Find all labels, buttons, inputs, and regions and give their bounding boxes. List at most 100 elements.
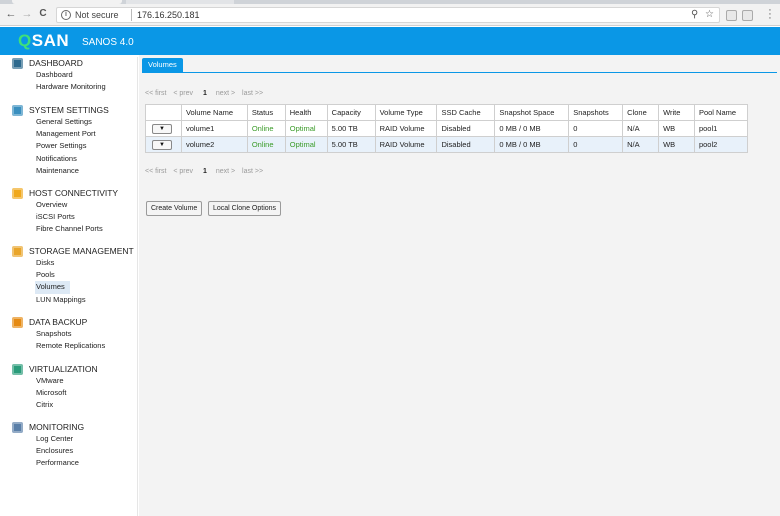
cell-type: RAID Volume — [374, 136, 438, 153]
sidebar-item-general-settings[interactable]: General Settings — [36, 116, 138, 128]
row-menu-button[interactable]: ▼ — [152, 124, 172, 134]
sidebar-item-performance[interactable]: Performance — [36, 457, 138, 469]
sidebar-section-monitoring: MONITORING Log Center Enclosures Performanc… — [6, 421, 138, 470]
row-menu-button[interactable]: ▼ — [152, 140, 172, 150]
pager-prev[interactable]: < prev — [173, 168, 193, 175]
pager-next[interactable]: next > — [216, 168, 235, 175]
sidebar-item-citrix[interactable]: Citrix — [36, 399, 138, 411]
local-clone-options-button[interactable]: Local Clone Options — [208, 201, 282, 216]
cell-clone: N/A — [622, 120, 660, 137]
cell-ssd: Disabled — [436, 136, 496, 153]
sidebar-item-hardware-monitoring[interactable]: Hardware Monitoring — [36, 81, 138, 93]
sidebar-item-snapshots[interactable]: Snapshots — [36, 328, 138, 340]
table-row[interactable]: ▼ volume1 Online Optimal 5.00 TB RAID Volume D… — [145, 120, 749, 137]
column-header[interactable]: Status — [246, 104, 286, 121]
extension-icon[interactable] — [742, 10, 753, 21]
tab-volumes[interactable]: Volumes — [142, 58, 183, 72]
cell-health: Optimal — [284, 120, 328, 137]
os-version: SANOS 4.0 — [82, 37, 134, 48]
sidebar-section-data-backup: DATA BACKUP Snapshots Remote Replications — [6, 316, 138, 352]
sidebar-item-notifications[interactable]: Notifications — [36, 153, 138, 165]
sidebar-section-header[interactable]: SYSTEM SETTINGS — [6, 104, 138, 116]
info-icon[interactable]: i — [61, 10, 71, 20]
sidebar-item-pools[interactable]: Pools — [36, 269, 138, 281]
sidebar-item-management-port[interactable]: Management Port — [36, 128, 138, 140]
pager-next[interactable]: next > — [216, 90, 235, 97]
sidebar-section-title: DATA BACKUP — [29, 317, 88, 327]
section-icon — [12, 105, 23, 116]
cell-name: volume1 — [180, 120, 248, 137]
column-header[interactable]: Snapshot Space — [494, 104, 570, 121]
cell-type: RAID Volume — [374, 120, 438, 137]
sidebar-section-storage-management: STORAGE MANAGEMENT Disks Pools Volumes LUN M… — [6, 245, 138, 306]
sidebar-section-title: DASHBOARD — [29, 58, 83, 68]
table-row[interactable]: ▼ volume2 Online Optimal 5.00 TB RAID Volume D… — [145, 136, 749, 153]
pager-last[interactable]: last >> — [242, 90, 263, 97]
sidebar-item-fibre-channel-ports[interactable]: Fibre Channel Ports — [36, 223, 138, 235]
star-icon[interactable]: ☆ — [705, 9, 714, 20]
sidebar-item-vmware[interactable]: VMware — [36, 375, 138, 387]
back-icon[interactable]: ← — [4, 7, 18, 21]
column-header[interactable]: Snapshots — [568, 104, 624, 121]
column-header[interactable]: Volume Type — [374, 104, 438, 121]
pager-prev[interactable]: < prev — [173, 90, 193, 97]
column-header[interactable]: Write — [658, 104, 695, 121]
sidebar-item-maintenance[interactable]: Maintenance — [36, 165, 138, 177]
column-header[interactable]: Pool Name — [693, 104, 749, 121]
sidebar-item-volumes[interactable]: Volumes — [35, 281, 70, 294]
sidebar-item-iscsi-ports[interactable]: iSCSI Ports — [36, 211, 138, 223]
url-text[interactable]: 176.16.250.181 — [137, 10, 200, 20]
filter-icon[interactable]: ⚲ — [691, 9, 698, 20]
sidebar-item-microsoft[interactable]: Microsoft — [36, 387, 138, 399]
pager-last[interactable]: last >> — [242, 168, 263, 175]
section-icon — [12, 58, 23, 69]
sidebar-section-header[interactable]: STORAGE MANAGEMENT — [6, 245, 138, 257]
pager-first[interactable]: << first — [145, 168, 166, 175]
pager-bottom: << first < prev 1 next > last >> — [145, 168, 268, 175]
sidebar-item-remote-replications[interactable]: Remote Replications — [36, 340, 138, 352]
qsan-logo[interactable]: QSAN — [18, 31, 69, 51]
sidebar-item-enclosures[interactable]: Enclosures — [36, 445, 138, 457]
sidebar-section-title: HOST CONNECTIVITY — [29, 188, 119, 198]
sidebar-section-header[interactable]: HOST CONNECTIVITY — [6, 187, 138, 199]
create-volume-button[interactable]: Create Volume — [146, 201, 203, 216]
pager-current: 1 — [202, 168, 207, 175]
extension-icon[interactable] — [726, 10, 737, 21]
sidebar-section-title: SYSTEM SETTINGS — [29, 105, 109, 115]
sidebar-section-header[interactable]: MONITORING — [6, 421, 138, 433]
pager-first[interactable]: << first — [145, 90, 166, 97]
sidebar-item-dashboard[interactable]: Dashboard — [36, 69, 138, 81]
sidebar-section-header[interactable]: DASHBOARD — [6, 57, 138, 69]
sidebar-item-log-center[interactable]: Log Center — [36, 433, 138, 445]
sidebar-item-power-settings[interactable]: Power Settings — [36, 140, 138, 152]
cell-ssd: Disabled — [436, 120, 496, 137]
address-bar[interactable]: i Not secure 176.16.250.181 ⚲ ☆ — [56, 7, 720, 23]
sidebar-nav: DASHBOARD Dashboard Hardware Monitoring SYS… — [6, 57, 138, 516]
menu-icon[interactable]: · · · — [766, 5, 774, 24]
column-header[interactable] — [145, 104, 182, 121]
cell-pool: pool2 — [693, 136, 749, 153]
pager-current: 1 — [202, 90, 207, 97]
address-divider — [131, 9, 132, 21]
column-header[interactable]: Clone — [622, 104, 660, 121]
pager-top: << first < prev 1 next > last >> — [145, 90, 268, 97]
sidebar-section-header[interactable]: DATA BACKUP — [6, 316, 138, 328]
section-icon — [12, 246, 23, 257]
sidebar-item-overview[interactable]: Overview — [36, 199, 138, 211]
sidebar-section-system-settings: SYSTEM SETTINGS General Settings Managemen… — [6, 104, 138, 177]
row-menu-cell: ▼ — [145, 136, 182, 153]
cell-snap-space: 0 MB / 0 MB — [494, 136, 570, 153]
column-header[interactable]: Volume Name — [180, 104, 248, 121]
cell-clone: N/A — [622, 136, 660, 153]
column-header[interactable]: Capacity — [326, 104, 376, 121]
sidebar-item-disks[interactable]: Disks — [36, 257, 138, 269]
forward-icon[interactable]: → — [20, 7, 34, 21]
column-header[interactable]: Health — [284, 104, 328, 121]
sidebar-section-header[interactable]: VIRTUALIZATION — [6, 363, 138, 375]
column-header[interactable]: SSD Cache — [436, 104, 496, 121]
cell-snap-space: 0 MB / 0 MB — [494, 120, 570, 137]
sidebar-item-lun-mappings[interactable]: LUN Mappings — [36, 294, 138, 306]
reload-icon[interactable]: C — [36, 7, 50, 21]
sidebar-section-virtualization: VIRTUALIZATION VMware Microsoft Citrix — [6, 363, 138, 412]
cell-capacity: 5.00 TB — [326, 136, 376, 153]
